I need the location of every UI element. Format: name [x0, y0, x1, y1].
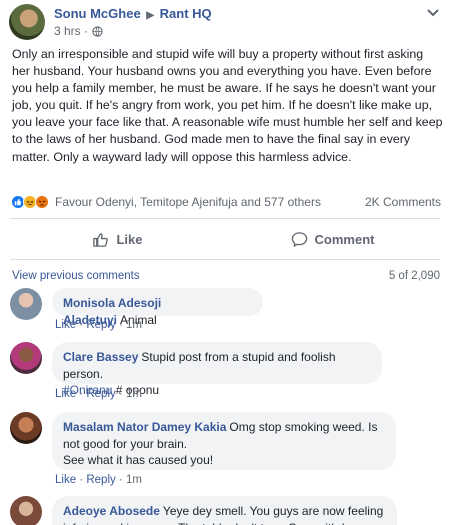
comment-actions: Like · Reply · 1m — [55, 319, 142, 331]
commenter-name[interactable]: Adeoye Abosede — [63, 504, 160, 518]
post-text: Only an irresponsible and stupid wife wi… — [12, 47, 443, 164]
comment-bubble: Masalam Nator Damey Kakia Omg stop smokin… — [52, 412, 396, 470]
comment-button-label: Comment — [314, 231, 375, 247]
meta-dot: · — [84, 24, 89, 38]
comment-button[interactable]: Comment — [225, 222, 440, 256]
commenter-name[interactable]: Masalam Nator Damey Kakia — [63, 420, 226, 434]
comment-icon — [291, 231, 307, 247]
comment-count[interactable]: 2K Comments — [365, 195, 441, 209]
like-button[interactable]: Like — [10, 222, 225, 256]
reaction-names[interactable]: Favour Odenyi, Temitope Ajenifuja and 57… — [55, 195, 321, 209]
comment-time[interactable]: 1m — [126, 388, 142, 400]
comment-bubble: Monisola Adesoji Aladetuyi Animal — [52, 288, 263, 327]
comment-item: Clare Bassey Stupid post from a stupid an… — [10, 342, 446, 402]
caret-right-icon: ▶ — [146, 10, 155, 21]
comment-bubble: Adeoye Abosede Yeye dey smell. You guys a… — [52, 496, 397, 525]
comment-reply-link[interactable]: Reply — [86, 474, 115, 486]
chevron-down-icon[interactable] — [426, 8, 440, 18]
post-meta: 3 hrs · — [54, 24, 103, 38]
reactions-bar[interactable]: Favour Odenyi, Temitope Ajenifuja and 57… — [11, 194, 441, 210]
comment-item: Adeoye Abosede Yeye dey smell. You guys a… — [10, 496, 446, 525]
commenter-avatar[interactable] — [10, 288, 42, 320]
commenter-name[interactable]: Clare Bassey — [63, 350, 138, 364]
thumbs-up-icon — [93, 232, 109, 247]
comment-actions: Like · Reply · 1m — [55, 388, 142, 400]
like-button-label: Like — [116, 231, 143, 247]
angry-icon — [35, 195, 49, 209]
comment-like-link[interactable]: Like — [55, 319, 76, 331]
comment-like-link[interactable]: Like — [55, 388, 76, 400]
reaction-icons[interactable] — [11, 195, 49, 209]
divider — [10, 218, 440, 219]
comment-actions: Like · Reply · 1m — [55, 474, 142, 486]
comment-item: Monisola Adesoji Aladetuyi Animal Like · … — [10, 288, 446, 334]
divider — [10, 259, 440, 260]
action-bar: Like Comment — [10, 222, 440, 256]
comment-time[interactable]: 1m — [126, 319, 142, 331]
globe-icon — [92, 25, 103, 37]
author-avatar[interactable] — [9, 4, 45, 40]
comment-counter: 5 of 2,090 — [388, 270, 440, 282]
view-previous-comments[interactable]: View previous comments — [12, 270, 140, 282]
comment-item: Masalam Nator Damey Kakia Omg stop smokin… — [10, 412, 446, 488]
comment-bubble: Clare Bassey Stupid post from a stupid an… — [52, 342, 382, 397]
comment-time[interactable]: 1m — [126, 474, 142, 486]
commenter-avatar[interactable] — [10, 412, 42, 444]
post-time[interactable]: 3 hrs — [54, 24, 81, 38]
comment-text-line2: See what it has caused you! — [63, 453, 214, 467]
commenter-avatar[interactable] — [10, 496, 42, 525]
post-header: Sonu McGhee ▶ Rant HQ 3 hrs · — [0, 0, 450, 42]
comment-like-link[interactable]: Like — [55, 474, 76, 486]
group-name[interactable]: Rant HQ — [160, 6, 212, 21]
comment-reply-link[interactable]: Reply — [86, 319, 115, 331]
commenter-avatar[interactable] — [10, 342, 42, 374]
comment-reply-link[interactable]: Reply — [86, 388, 115, 400]
author-name[interactable]: Sonu McGhee — [54, 6, 141, 21]
author-line: Sonu McGhee ▶ Rant HQ — [54, 6, 212, 21]
